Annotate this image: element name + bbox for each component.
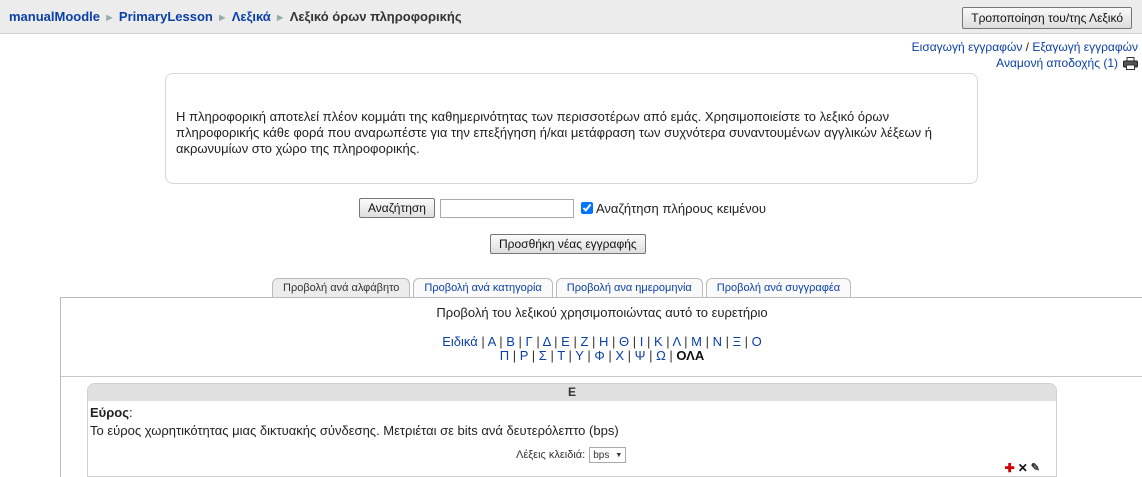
index-separator: | <box>701 334 713 349</box>
index-separator: | <box>665 348 677 363</box>
alphabet-line-1: Ειδικά | Α | Β | Γ | Δ | Ε | Ζ | Η | Θ |… <box>61 335 1142 349</box>
add-entry-button[interactable]: Προσθήκη νέας εγγραφής <box>490 234 646 254</box>
index-separator: | <box>608 334 620 349</box>
index-separator: | <box>532 334 543 349</box>
index-letter-link[interactable]: Μ <box>691 334 702 349</box>
index-letter-link[interactable]: Υ <box>575 348 583 363</box>
index-letter-link[interactable]: Λ <box>673 334 681 349</box>
entry-concept-text: Εύρος <box>90 405 129 420</box>
fulltext-label: Αναζήτηση πλήρους κειμένου <box>595 200 766 216</box>
fulltext-option[interactable]: Αναζήτηση πλήρους κειμένου <box>580 200 766 216</box>
index-separator: | <box>604 348 616 363</box>
export-entries-link[interactable]: Εξαγωγή εγγραφών <box>1032 40 1138 54</box>
printer-icon[interactable] <box>1123 56 1138 70</box>
index-separator: | <box>588 334 600 349</box>
index-letter-link[interactable]: Ξ <box>733 334 741 349</box>
divider <box>61 376 1142 377</box>
index-separator: | <box>569 334 581 349</box>
search-button[interactable]: Αναζήτηση <box>359 198 435 218</box>
breadcrumb-separator: ► <box>104 12 115 24</box>
index-separator: | <box>624 348 635 363</box>
index-letter-link[interactable]: Π <box>500 348 509 363</box>
search-form: Αναζήτηση Αναζήτηση πλήρους κειμένου <box>359 198 766 218</box>
index-letter-link[interactable]: Ω <box>656 348 666 363</box>
search-input[interactable] <box>439 198 574 218</box>
index-letter-link[interactable]: Ε <box>561 334 570 349</box>
index-separator: | <box>514 334 526 349</box>
breadcrumb-separator: ► <box>216 12 228 24</box>
tab-category[interactable]: Προβολή ανά κατηγορία <box>413 278 553 297</box>
tab-date[interactable]: Προβολή ανα ημερομηνία <box>555 278 703 297</box>
index-letter-link[interactable]: Δ <box>543 334 551 349</box>
index-letter-link[interactable]: Ν <box>713 334 722 349</box>
index-letter-link[interactable]: Ο <box>752 334 762 349</box>
entry-letter-heading: Ε <box>88 384 1056 401</box>
pending-approval-link[interactable]: Αναμονή αποδοχής (1) <box>996 55 1118 71</box>
index-letter-link[interactable]: Χ <box>615 348 624 363</box>
index-separator: | <box>550 334 562 349</box>
index-separator: | <box>546 348 558 363</box>
index-separator: | <box>643 334 654 349</box>
keywords-select-value: bps <box>593 449 610 461</box>
alphabet-line-2: Π | Ρ | Σ | Τ | Υ | Φ | Χ | Ψ | Ω | ΟΛΑ <box>61 349 1142 363</box>
index-separator: | <box>509 348 520 363</box>
index-letter-link[interactable]: Ειδικά <box>442 334 478 349</box>
entry-actions: ✚ ✕ ✎ <box>1005 462 1040 474</box>
tab-author[interactable]: Προβολή ανά συγγραφέα <box>705 278 852 297</box>
breadcrumb-current: Λεξικό όρων πληροφορικής <box>289 9 462 24</box>
keywords-row: Λέξεις κλειδιά: bps ▼ <box>516 447 627 463</box>
index-title: Προβολή του λεξικού χρησιμοποιώντας αυτό… <box>436 305 768 320</box>
breadcrumb-link-course[interactable]: PrimaryLesson <box>119 9 213 24</box>
breadcrumb-link-glossaries[interactable]: Λεξικά <box>232 9 271 24</box>
index-letter-link[interactable]: Φ <box>594 348 604 363</box>
alphabet-index: Ειδικά | Α | Β | Γ | Δ | Ε | Ζ | Η | Θ |… <box>61 335 1142 363</box>
navbar: manualMoodle ► PrimaryLesson ► Λεξικά ► Λεξικό… <box>0 0 1142 34</box>
index-separator: | <box>721 334 733 349</box>
index-letter-link[interactable]: Γ <box>526 334 533 349</box>
index-separator: | <box>741 334 752 349</box>
index-letter-link[interactable]: Η <box>599 334 608 349</box>
index-letter-link[interactable]: Α <box>488 334 496 349</box>
index-letter-link[interactable]: Τ <box>557 348 565 363</box>
fulltext-checkbox[interactable] <box>580 202 593 214</box>
keywords-select[interactable]: bps ▼ <box>589 447 627 463</box>
edit-icon[interactable]: ✎ <box>1031 463 1040 474</box>
index-separator: | <box>680 334 692 349</box>
index-letter-link[interactable]: Θ <box>619 334 629 349</box>
index-separator: | <box>662 334 673 349</box>
index-letter-link[interactable]: Ρ <box>520 348 528 363</box>
glossary-intro: Η πληροφορική αποτελεί πλέον κομμάτι της… <box>165 73 978 184</box>
entry-concept: Εύρος: <box>90 405 133 420</box>
entry-definition: Το εύρος χωρητικότητας μιας δικτυακής σύ… <box>90 423 619 438</box>
index-separator: | <box>645 348 657 363</box>
breadcrumb-separator: ► <box>274 12 286 24</box>
glossary-entry: Ε Εύρος: Το εύρος χωρητικότητας μιας δικ… <box>87 383 1057 477</box>
index-letter-link[interactable]: Β <box>506 334 515 349</box>
index-all-current: ΟΛΑ <box>676 348 705 363</box>
view-tabs: Προβολή ανά αλφάβητο Προβολή ανά κατηγορ… <box>272 278 854 297</box>
link-separator: / <box>1025 40 1030 54</box>
index-letter-link[interactable]: Σ <box>539 348 547 363</box>
delete-icon[interactable]: ✕ <box>1018 462 1028 474</box>
index-separator: | <box>477 334 488 349</box>
edit-glossary-button[interactable]: Τροποποίηση του/της Λεξικό <box>962 7 1132 29</box>
tab-alphabet[interactable]: Προβολή ανά αλφάβητο <box>272 278 411 297</box>
index-letter-link[interactable]: Κ <box>654 334 663 349</box>
index-letter-link[interactable]: Ψ <box>635 348 646 363</box>
index-separator: | <box>629 334 640 349</box>
breadcrumb-link-site[interactable]: manualMoodle <box>9 9 100 24</box>
import-export-links: Εισαγωγή εγγραφών / Εξαγωγή εγγραφών Ανα… <box>912 39 1138 71</box>
add-icon[interactable]: ✚ <box>1005 462 1015 474</box>
index-separator: | <box>564 348 576 363</box>
index-separator: | <box>495 334 507 349</box>
keywords-label: Λέξεις κλειδιά: <box>516 449 586 461</box>
import-entries-link[interactable]: Εισαγωγή εγγραφών <box>912 40 1023 54</box>
chevron-down-icon: ▼ <box>615 451 623 459</box>
index-separator: | <box>528 348 539 363</box>
breadcrumb: manualMoodle ► PrimaryLesson ► Λεξικά ► Λεξικό… <box>9 9 462 24</box>
index-separator: | <box>583 348 595 363</box>
